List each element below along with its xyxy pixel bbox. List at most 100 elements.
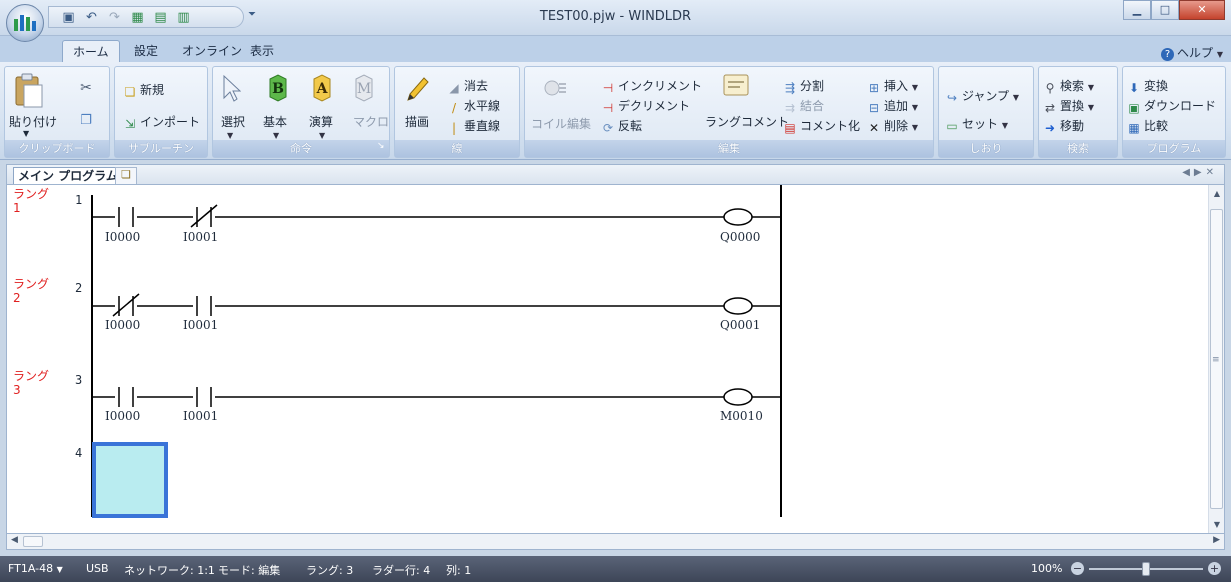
- paste-button[interactable]: 貼り付け: [9, 113, 57, 130]
- import-button[interactable]: ⇲ インポート: [123, 113, 200, 131]
- horizontal-line-button[interactable]: / 水平線: [447, 97, 500, 115]
- basic-button[interactable]: 基本: [263, 113, 287, 130]
- tab-settings[interactable]: 設定: [124, 40, 168, 62]
- paste-dropdown-icon[interactable]: ▼: [23, 129, 29, 138]
- merge-button[interactable]: ⇉ 結合: [783, 97, 824, 115]
- plc-model-selector[interactable]: FT1A-48 ▼: [8, 562, 63, 575]
- group-label-clipboard: クリップボード: [5, 140, 109, 157]
- scroll-up-icon[interactable]: ▲: [1209, 189, 1224, 198]
- group-bookmark: ↪ ジャンプ ▼ ▭ セット ▼ しおり: [938, 66, 1034, 158]
- horizontal-scroll-thumb[interactable]: [23, 536, 43, 547]
- draw-button[interactable]: 描画: [405, 113, 429, 130]
- cursor-cell[interactable]: [92, 442, 168, 518]
- find-button[interactable]: ⚲ 検索 ▼: [1043, 77, 1094, 95]
- jump-button[interactable]: ↪ ジャンプ ▼: [945, 87, 1019, 105]
- calc-dropdown-icon[interactable]: ▼: [319, 131, 325, 140]
- network-status: ネットワーク: 1:1: [124, 564, 215, 577]
- calc-instruction-icon[interactable]: A: [309, 73, 335, 103]
- rung-label-text: ラング: [13, 369, 50, 383]
- ladder-editor[interactable]: ラング 1 1 I0000 I0001 Q0000 ラング 2 2 I0000 I0…: [6, 184, 1225, 534]
- instruction-dialog-launcher-icon[interactable]: ↘: [377, 141, 385, 151]
- contact-device-label: I0000: [105, 318, 141, 332]
- download-button[interactable]: ▣ ダウンロード: [1127, 97, 1216, 115]
- group-label-edit: 編集: [525, 140, 933, 157]
- rung-label-text: ラング: [13, 277, 50, 291]
- replace-button[interactable]: ⇄ 置換 ▼: [1043, 97, 1094, 115]
- tab-main-program[interactable]: メイン プログラム: [13, 167, 123, 185]
- vertical-line-button[interactable]: | 垂直線: [447, 117, 500, 135]
- document-nav-controls: ◀▶✕: [1182, 167, 1218, 178]
- maximize-button[interactable]: □: [1151, 0, 1179, 20]
- convert-icon: ⬇: [1128, 81, 1140, 95]
- output-coil[interactable]: [723, 388, 753, 406]
- compare-button[interactable]: ▦ 比較: [1127, 117, 1168, 135]
- rung-label-number: 3: [13, 383, 21, 397]
- convert-label: 変換: [1144, 79, 1169, 93]
- rung-label-1[interactable]: ラング 1: [13, 187, 49, 215]
- group-clipboard: 貼り付け ▼ ✂ ❐ クリップボード: [4, 66, 110, 158]
- contact-device-label: I0001: [183, 409, 219, 423]
- horizontal-label: 水平線: [464, 99, 501, 113]
- insert-button[interactable]: ⊞ 挿入 ▼: [867, 77, 918, 95]
- minimize-button[interactable]: ▁: [1123, 0, 1151, 20]
- copy-icon[interactable]: ❐: [77, 111, 95, 129]
- paste-icon[interactable]: [11, 71, 47, 111]
- scroll-left-icon[interactable]: ◀: [11, 535, 18, 545]
- select-pointer-icon[interactable]: [219, 73, 243, 103]
- vertical-scrollbar[interactable]: ▲ ≡ ▼: [1208, 185, 1224, 533]
- zoom-in-icon[interactable]: +: [1208, 562, 1221, 575]
- calc-button[interactable]: 演算: [309, 113, 333, 130]
- rung-comment-button[interactable]: ラングコメント: [705, 113, 789, 130]
- merge-label: 結合: [800, 99, 825, 113]
- zoom-out-icon[interactable]: −: [1071, 562, 1084, 575]
- output-coil[interactable]: [723, 297, 753, 315]
- contact-device-label: I0001: [183, 318, 219, 332]
- group-edit: コイル編集 ⊣ インクリメント ⊣ デクリメント ⟳ 反転 ラングコメント ⇶ 分割 ⇉…: [524, 66, 934, 158]
- commentize-button[interactable]: ▤ コメント化: [783, 117, 860, 135]
- ribbon: 貼り付け ▼ ✂ ❐ クリップボード ❏ 新規 ⇲ インポート サブルーチン 選択 …: [0, 62, 1231, 160]
- select-dropdown-icon[interactable]: ▼: [227, 131, 233, 140]
- arrow-right-icon: ➜: [1044, 121, 1056, 135]
- new-tab-icon[interactable]: ❏: [115, 167, 137, 185]
- group-line: 描画 ◢ 消去 / 水平線 | 垂直線 線: [394, 66, 520, 158]
- add-button[interactable]: ⊟ 追加 ▼: [867, 97, 918, 115]
- select-button[interactable]: 選択: [221, 113, 245, 130]
- help-menu[interactable]: ? ヘルプ ▼: [1161, 44, 1223, 61]
- basic-dropdown-icon[interactable]: ▼: [273, 131, 279, 140]
- new-subroutine-button[interactable]: ❏ 新規: [123, 81, 164, 99]
- compare-icon: ▦: [1128, 121, 1140, 135]
- tab-view[interactable]: 表示: [240, 40, 284, 62]
- scroll-down-icon[interactable]: ▼: [1209, 520, 1224, 529]
- erase-button[interactable]: ◢ 消去: [447, 77, 488, 95]
- macro-instruction-icon[interactable]: M: [351, 73, 377, 103]
- basic-instruction-icon[interactable]: B: [265, 73, 291, 103]
- scroll-right-icon[interactable]: ▶: [1213, 535, 1220, 545]
- convert-button[interactable]: ⬇ 変換: [1127, 77, 1168, 95]
- rung-label-2[interactable]: ラング 2: [13, 277, 49, 305]
- rung-comment-icon[interactable]: [721, 71, 751, 101]
- increment-button[interactable]: ⊣ インクリメント: [601, 77, 702, 95]
- decrement-button[interactable]: ⊣ デクリメント: [601, 97, 690, 115]
- split-button[interactable]: ⇶ 分割: [783, 77, 824, 95]
- tab-close-icon[interactable]: ✕: [1206, 167, 1218, 178]
- coil-edit-button[interactable]: コイル編集: [531, 115, 591, 132]
- rung-label-3[interactable]: ラング 3: [13, 369, 49, 397]
- tab-next-icon[interactable]: ▶: [1194, 167, 1206, 178]
- tab-home[interactable]: ホーム: [62, 40, 120, 62]
- application-menu-button[interactable]: [6, 4, 44, 42]
- delete-button[interactable]: ✕ 削除 ▼: [867, 117, 918, 135]
- horizontal-scrollbar[interactable]: ◀ ▶: [6, 534, 1225, 550]
- set-bookmark-button[interactable]: ▭ セット ▼: [945, 115, 1008, 133]
- macro-button[interactable]: マクロ: [353, 113, 389, 130]
- close-button[interactable]: ✕: [1179, 0, 1225, 20]
- zoom-slider-knob[interactable]: [1142, 562, 1150, 576]
- cut-icon[interactable]: ✂: [77, 79, 95, 97]
- move-button[interactable]: ➜ 移動: [1043, 117, 1084, 135]
- group-label-subroutine: サブルーチン: [115, 140, 207, 157]
- output-coil[interactable]: [723, 208, 753, 226]
- draw-pencil-icon[interactable]: [403, 73, 431, 105]
- coil-edit-icon[interactable]: [541, 75, 569, 103]
- invert-button[interactable]: ⟳ 反転: [601, 117, 642, 135]
- download-label: ダウンロード: [1144, 99, 1217, 113]
- tab-prev-icon[interactable]: ◀: [1182, 167, 1194, 178]
